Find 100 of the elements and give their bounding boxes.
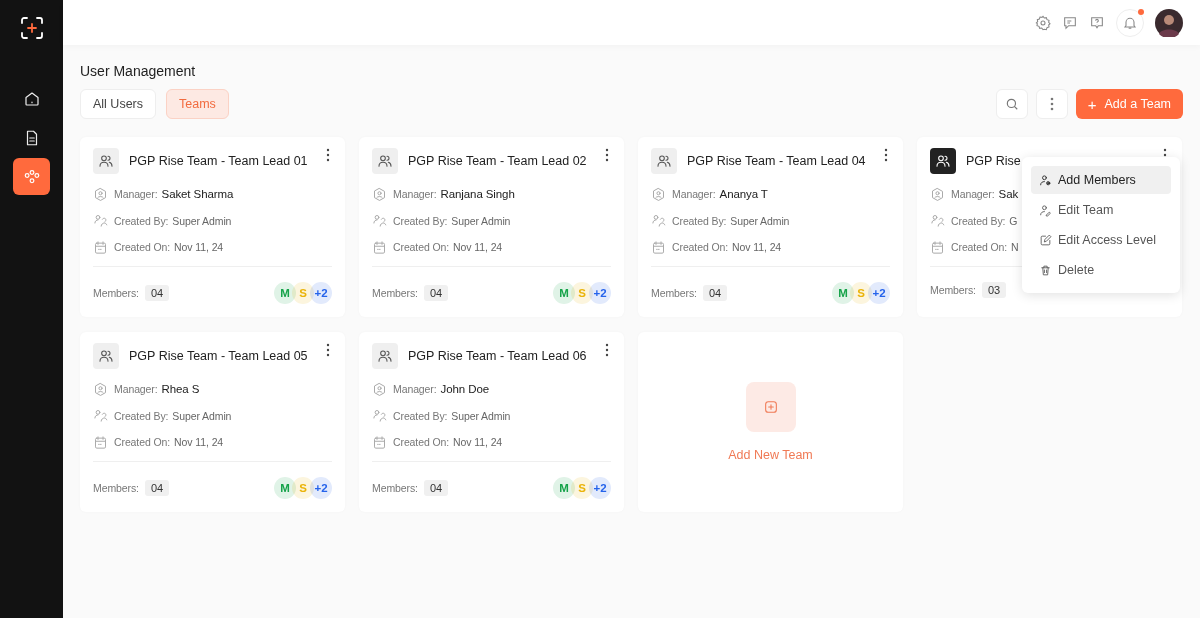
field-label: Manager:	[393, 383, 437, 396]
members-count: 03	[981, 281, 1007, 298]
field-value: Super Admin	[172, 214, 232, 227]
people-icon	[935, 153, 951, 169]
manager-icon	[372, 381, 387, 397]
member-avatar: +2	[589, 476, 611, 499]
member-avatar: +2	[310, 476, 332, 499]
field-label: Created By:	[672, 214, 727, 227]
edit-user-icon	[1039, 203, 1052, 217]
field-value: N	[1011, 241, 1019, 254]
field-label: Created On:	[951, 241, 1008, 254]
team-title: PGP Rise Team - Team Lead 02	[408, 154, 588, 168]
field-label: Created On:	[393, 436, 450, 449]
team-title: PGP Rise Team - Team Lead 04	[687, 154, 867, 168]
member-avatar: M	[553, 476, 575, 499]
member-avatar: S	[571, 476, 593, 499]
members-count: 04	[423, 479, 449, 496]
people-icon	[98, 348, 114, 364]
field-label: Created By:	[114, 409, 169, 422]
member-avatar: +2	[868, 281, 890, 304]
members-count: 04	[144, 284, 170, 301]
tab[interactable]: All Users	[80, 89, 156, 119]
manager-icon	[93, 186, 108, 202]
menu-item[interactable]: Edit Team	[1031, 196, 1171, 224]
field-value: Super Admin	[451, 214, 511, 227]
people-icon	[377, 153, 393, 169]
trash-icon	[1039, 263, 1052, 277]
field-label: Created By:	[393, 214, 448, 227]
field-label: Manager:	[114, 383, 158, 396]
kebab-icon	[326, 343, 330, 357]
member-avatar: M	[832, 281, 854, 304]
field-value: Sak	[998, 188, 1019, 201]
field-value: Nov 11, 24	[453, 241, 503, 254]
people-icon	[372, 408, 387, 424]
team-title: PGP Rise	[966, 154, 1022, 168]
field-label: Created By:	[393, 409, 448, 422]
field-value: Nov 11, 24	[174, 241, 224, 254]
field-value: Nov 11, 24	[453, 436, 503, 449]
message-icon[interactable]	[1062, 14, 1078, 31]
calendar-icon	[372, 239, 387, 255]
members-count: 04	[423, 284, 449, 301]
field-value: Super Admin	[172, 409, 232, 422]
team-title: PGP Rise Team - Team Lead 06	[408, 349, 588, 363]
members-label: Members:	[930, 283, 976, 296]
menu-item[interactable]: Add Members	[1031, 166, 1171, 194]
manager-icon	[930, 186, 945, 202]
field-value: Super Admin	[451, 409, 511, 422]
people-icon	[656, 153, 672, 169]
add-icon	[762, 399, 779, 415]
calendar-icon	[372, 434, 387, 450]
people-icon	[372, 213, 387, 229]
settings-icon[interactable]	[1035, 14, 1051, 31]
team-title: PGP Rise Team - Team Lead 05	[129, 349, 309, 363]
field-label: Created By:	[951, 214, 1006, 227]
field-label: Created On:	[114, 436, 171, 449]
people-icon	[98, 153, 114, 169]
kebab-icon	[605, 343, 609, 357]
field-label: Manager:	[114, 188, 158, 201]
user-avatar[interactable]	[1155, 8, 1183, 37]
edit-icon	[1039, 233, 1052, 247]
field-value: John Doe	[440, 383, 489, 396]
members-count: 04	[144, 479, 170, 496]
menu-item[interactable]: Edit Access Level	[1031, 226, 1171, 254]
field-label: Created On:	[393, 241, 450, 254]
kebab-icon	[884, 148, 888, 162]
calendar-icon	[93, 434, 108, 450]
kebab-icon	[605, 148, 609, 162]
kebab-icon	[326, 148, 330, 162]
search-button[interactable]	[995, 89, 1028, 119]
kebab-icon	[1049, 97, 1054, 111]
member-avatar: S	[292, 281, 314, 304]
members-label: Members:	[372, 481, 418, 494]
member-avatar: S	[292, 476, 314, 499]
members-label: Members:	[93, 481, 139, 494]
help-icon[interactable]	[1089, 14, 1105, 31]
field-value: G	[1009, 214, 1018, 227]
field-value: Rhea S	[161, 383, 200, 396]
member-avatar: M	[274, 281, 296, 304]
manager-icon	[93, 381, 108, 397]
field-label: Created By:	[114, 214, 169, 227]
members-label: Members:	[93, 286, 139, 299]
manager-icon	[651, 186, 666, 202]
members-count: 04	[702, 284, 728, 301]
field-label: Manager:	[672, 188, 716, 201]
people-icon	[93, 213, 108, 229]
field-value: Nov 11, 24	[174, 436, 224, 449]
people-icon	[930, 213, 945, 229]
calendar-icon	[93, 239, 108, 255]
add-user-icon	[1039, 173, 1052, 187]
menu-item[interactable]: Delete	[1031, 256, 1171, 284]
members-label: Members:	[372, 286, 418, 299]
member-avatar: +2	[310, 281, 332, 304]
people-icon	[651, 213, 666, 229]
field-label: Created On:	[114, 241, 171, 254]
search-icon	[1004, 97, 1019, 111]
members-label: Members:	[651, 286, 697, 299]
people-icon	[93, 408, 108, 424]
field-label: Manager:	[393, 188, 437, 201]
nav-item[interactable]	[13, 158, 50, 195]
team-title: PGP Rise Team - Team Lead 01	[129, 154, 309, 168]
